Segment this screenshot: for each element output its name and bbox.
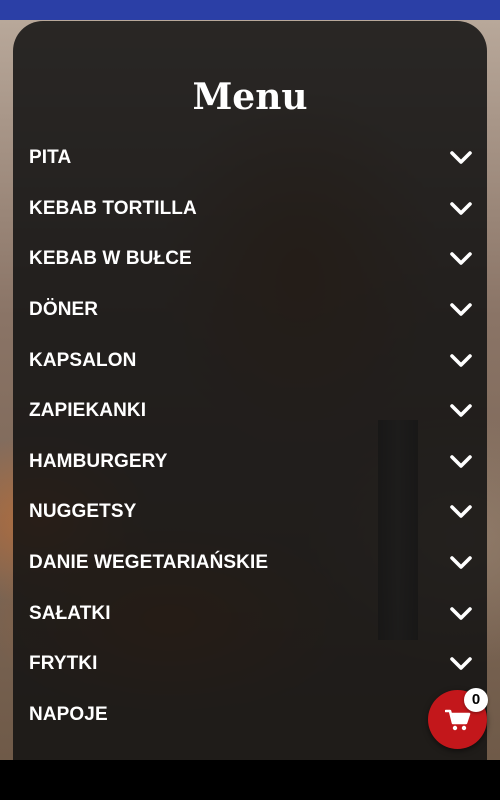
menu-item-salatki[interactable]: SAŁATKI (13, 588, 487, 639)
status-bar (0, 0, 500, 20)
chevron-down-icon (450, 303, 472, 316)
menu-item-kebab-tortilla[interactable]: KEBAB TORTILLA (13, 184, 487, 235)
menu-item-label: SAŁATKI (29, 602, 111, 624)
menu-item-hamburgery[interactable]: HAMBURGERY (13, 437, 487, 488)
menu-item-label: KAPSALON (29, 349, 137, 371)
menu-list: PITA KEBAB TORTILLA KEBAB W BUŁCE DÖNER … (13, 133, 487, 740)
chevron-down-icon (450, 657, 472, 671)
chevron-down-icon (450, 202, 472, 215)
menu-item-label: FRYTKI (29, 653, 98, 675)
menu-item-label: ZAPIEKANKI (29, 400, 147, 422)
cart-icon (445, 709, 471, 731)
chevron-down-icon (450, 505, 472, 519)
menu-item-label: DANIE WEGETARIAŃSKIE (29, 552, 269, 574)
navigation-bar (0, 760, 500, 800)
menu-title: Menu (192, 76, 308, 118)
menu-item-napoje[interactable]: NAPOJE (13, 690, 487, 741)
menu-panel: Menu PITA KEBAB TORTILLA KEBAB W BUŁCE D… (13, 21, 487, 760)
menu-item-label: PITA (29, 147, 72, 169)
menu-item-pita[interactable]: PITA (13, 133, 487, 184)
chevron-down-icon (450, 151, 472, 165)
menu-item-label: KEBAB TORTILLA (29, 197, 197, 219)
chevron-down-icon (450, 252, 472, 266)
chevron-down-icon (450, 455, 472, 468)
menu-item-label: NUGGETSY (29, 501, 137, 523)
chevron-down-icon (450, 556, 472, 569)
menu-item-nuggetsy[interactable]: NUGGETSY (13, 487, 487, 538)
menu-item-kapsalon[interactable]: KAPSALON (13, 335, 487, 386)
menu-item-kebab-w-bulce[interactable]: KEBAB W BUŁCE (13, 234, 487, 285)
cart-count-badge: 0 (464, 688, 488, 712)
menu-item-label: KEBAB W BUŁCE (29, 248, 192, 270)
menu-item-danie-wegetarianskie[interactable]: DANIE WEGETARIAŃSKIE (13, 538, 487, 589)
chevron-down-icon (450, 606, 472, 620)
menu-item-label: NAPOJE (29, 703, 108, 725)
menu-item-zapiekanki[interactable]: ZAPIEKANKI (13, 386, 487, 437)
menu-item-frytki[interactable]: FRYTKI (13, 639, 487, 690)
menu-item-doner[interactable]: DÖNER (13, 285, 487, 336)
menu-item-label: DÖNER (29, 299, 99, 321)
menu-item-label: HAMBURGERY (29, 450, 168, 472)
chevron-down-icon (450, 353, 472, 367)
chevron-down-icon (450, 404, 472, 418)
